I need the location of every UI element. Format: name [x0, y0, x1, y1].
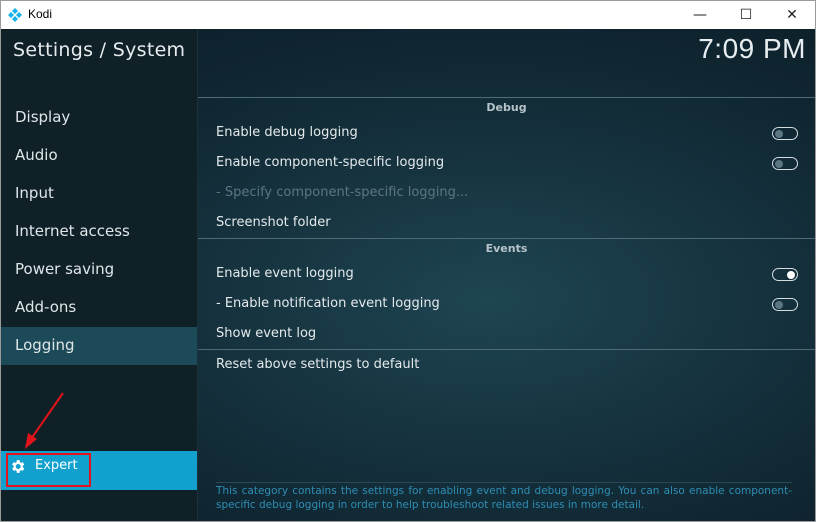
title-bar[interactable]: Kodi — ☐ ✕	[1, 1, 815, 29]
setting-label: Screenshot folder	[216, 215, 331, 230]
setting-enable-component-logging[interactable]: Enable component-specific logging	[198, 148, 815, 178]
toggle-knob	[787, 271, 795, 279]
clock: 7:09 PM	[698, 33, 806, 64]
settings-level-label: Expert	[35, 458, 78, 473]
toggle-knob	[775, 130, 783, 138]
setting-label: - Enable notification event logging	[216, 296, 440, 311]
setting-enable-event-logging[interactable]: Enable event logging	[198, 259, 815, 289]
setting-label: Enable event logging	[216, 266, 354, 281]
setting-label: Show event log	[216, 326, 317, 341]
minimize-icon: —	[693, 7, 707, 23]
category-description: This category contains the settings for …	[216, 482, 792, 512]
setting-label: - Specify component-specific logging...	[216, 185, 469, 200]
settings-panel: Debug Enable debug logging Enable compon…	[198, 97, 815, 379]
kodi-content: Settings / System Display Audio Input In…	[1, 29, 815, 521]
sidebar-item-add-ons[interactable]: Add-ons	[1, 289, 197, 327]
sidebar-item-logging[interactable]: Logging	[1, 327, 197, 365]
toggle-knob	[775, 160, 783, 168]
toggle-knob	[775, 301, 783, 309]
debug-logging-toggle[interactable]	[772, 127, 798, 140]
event-logging-toggle[interactable]	[772, 268, 798, 281]
section-header-debug: Debug	[198, 97, 815, 118]
window-title: Kodi	[28, 7, 53, 21]
sidebar-item-input[interactable]: Input	[1, 175, 197, 213]
section-header-events: Events	[198, 238, 815, 259]
gear-icon	[12, 460, 25, 473]
setting-enable-notification-logging[interactable]: - Enable notification event logging	[198, 289, 815, 319]
close-button[interactable]: ✕	[769, 1, 815, 29]
minimize-button[interactable]: —	[677, 1, 723, 29]
setting-screenshot-folder[interactable]: Screenshot folder	[198, 208, 815, 238]
sidebar-item-display[interactable]: Display	[1, 99, 197, 137]
setting-label: Reset above settings to default	[216, 357, 420, 372]
setting-label: Enable component-specific logging	[216, 155, 445, 170]
page-title: Settings / System	[13, 39, 186, 61]
setting-show-event-log[interactable]: Show event log	[198, 319, 815, 349]
maximize-button[interactable]: ☐	[723, 1, 769, 29]
sidebar: Settings / System Display Audio Input In…	[1, 29, 198, 521]
sidebar-item-internet-access[interactable]: Internet access	[1, 213, 197, 251]
close-icon: ✕	[786, 7, 798, 23]
kodi-logo-icon	[8, 8, 22, 22]
setting-reset-defaults[interactable]: Reset above settings to default	[198, 349, 815, 379]
red-arrow-annotation	[25, 392, 64, 449]
setting-label: Enable debug logging	[216, 125, 358, 140]
setting-enable-debug-logging[interactable]: Enable debug logging	[198, 118, 815, 148]
category-menu: Display Audio Input Internet access Powe…	[1, 99, 197, 365]
setting-specify-component-logging: - Specify component-specific logging...	[198, 178, 815, 208]
notification-logging-toggle[interactable]	[772, 298, 798, 311]
sidebar-item-power-saving[interactable]: Power saving	[1, 251, 197, 289]
maximize-icon: ☐	[739, 7, 753, 23]
settings-level-button[interactable]: Expert	[1, 451, 197, 490]
kodi-window: Kodi — ☐ ✕ Settings / System Display Aud…	[0, 0, 816, 522]
sidebar-item-audio[interactable]: Audio	[1, 137, 197, 175]
component-logging-toggle[interactable]	[772, 157, 798, 170]
